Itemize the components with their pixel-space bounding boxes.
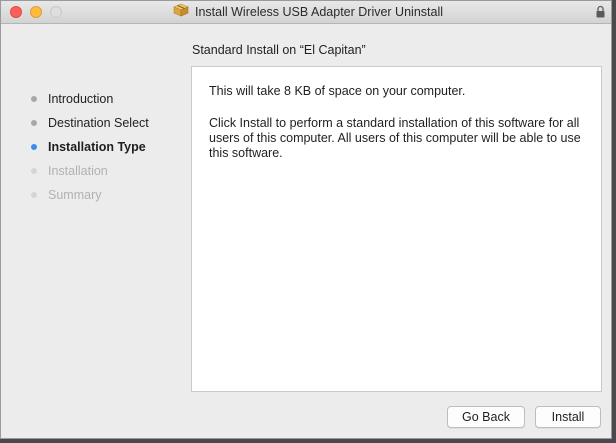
step-installation-type: Installation Type	[31, 140, 146, 154]
lock-icon	[596, 5, 605, 23]
close-button[interactable]	[10, 6, 22, 18]
step-bullet-icon	[31, 192, 37, 198]
page-heading: Standard Install on “El Capitan”	[192, 43, 366, 57]
steps-sidebar: Introduction Destination Select Installa…	[1, 23, 189, 438]
step-label: Installation	[48, 164, 108, 178]
step-bullet-icon	[31, 168, 37, 174]
step-label: Introduction	[48, 92, 114, 106]
minimize-button[interactable]	[30, 6, 42, 18]
content-pane: This will take 8 KB of space on your com…	[191, 66, 602, 392]
installer-window: Install Wireless USB Adapter Driver Unin…	[0, 0, 612, 439]
step-label: Destination Select	[48, 116, 149, 130]
step-label: Installation Type	[48, 140, 146, 154]
package-icon	[173, 3, 189, 22]
zoom-button[interactable]	[50, 6, 62, 18]
install-button[interactable]: Install	[535, 406, 601, 428]
go-back-button[interactable]: Go Back	[447, 406, 525, 428]
space-required-text: This will take 8 KB of space on your com…	[209, 84, 466, 98]
step-summary: Summary	[31, 188, 101, 202]
window-title: Install Wireless USB Adapter Driver Unin…	[195, 5, 443, 19]
step-installation: Installation	[31, 164, 108, 178]
step-bullet-icon	[31, 120, 37, 126]
step-destination-select: Destination Select	[31, 116, 149, 130]
title-bar[interactable]: Install Wireless USB Adapter Driver Unin…	[1, 1, 611, 24]
step-label: Summary	[48, 188, 102, 202]
window-title-group: Install Wireless USB Adapter Driver Unin…	[173, 3, 443, 22]
step-bullet-icon	[31, 96, 37, 102]
install-description: Click Install to perform a standard inst…	[209, 116, 581, 160]
current-step-bullet-icon	[31, 144, 37, 150]
step-introduction: Introduction	[31, 92, 113, 106]
